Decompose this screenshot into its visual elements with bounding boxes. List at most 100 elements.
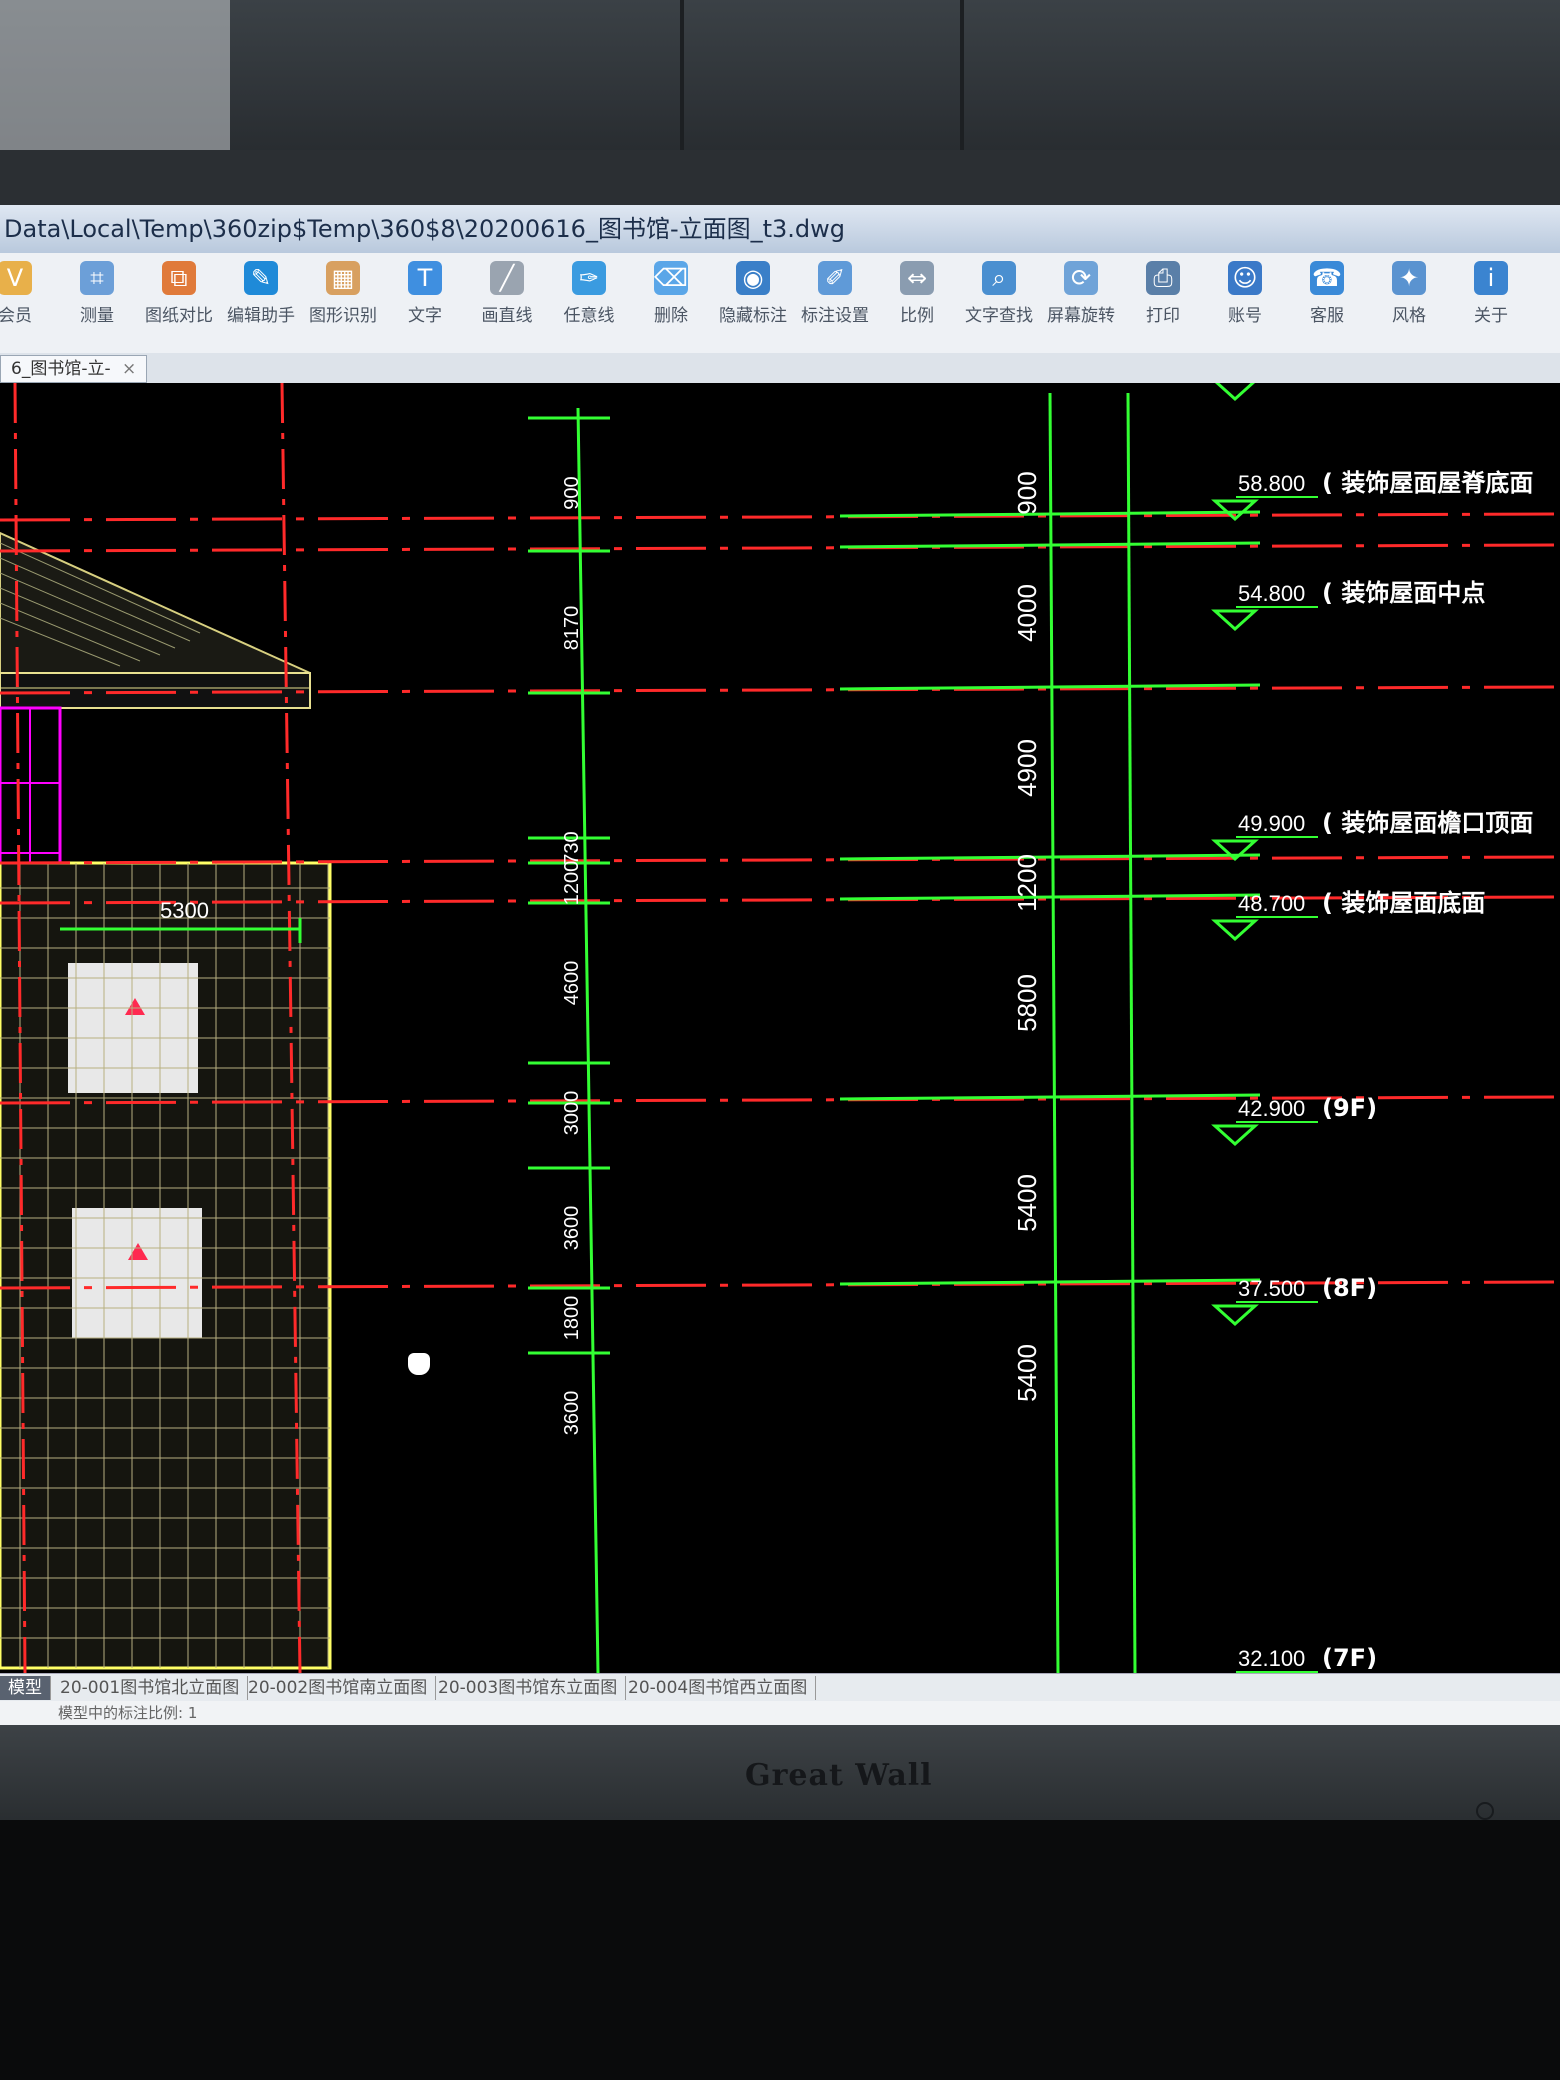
level-mark: 37.500 (8F) xyxy=(1211,1274,1377,1327)
document-tab-label: 6_图书馆-立- xyxy=(11,359,111,379)
toolbar-button-label: 屏幕旋转 xyxy=(1047,306,1115,326)
level-value: 48.700 xyxy=(1238,891,1305,916)
red-axis-line xyxy=(0,543,1560,553)
dimension-lines xyxy=(576,392,1137,1673)
small-dimension-label: 1200 xyxy=(561,861,583,906)
toolbar-button-10[interactable]: ◉ 隐藏标注 xyxy=(708,261,798,326)
layout-tab[interactable]: 20-004图书馆西立面图 xyxy=(620,1676,817,1700)
large-dimension-label: 5400 xyxy=(1012,1174,1042,1232)
power-button-icon[interactable] xyxy=(1476,1802,1494,1820)
level-note: ( 装饰屋面中点 xyxy=(1322,579,1485,607)
toolbar-button-13[interactable]: ⌕ 文字查找 xyxy=(954,261,1044,326)
vip-icon: V xyxy=(0,261,32,295)
level-value: 37.500 xyxy=(1238,1276,1305,1301)
wall-seam xyxy=(960,0,964,150)
red-axis-line xyxy=(0,855,1560,865)
monitor-bezel-top xyxy=(0,150,1560,210)
toolbar-button-8[interactable]: ✑ 任意线 xyxy=(544,261,634,326)
window-title: Data\Local\Temp\360zip$Temp\360$8\202006… xyxy=(0,205,1560,253)
edit-assistant-icon: ✎ xyxy=(244,261,278,295)
eraser-icon: ⌫ xyxy=(654,261,688,295)
text-icon: T xyxy=(408,261,442,295)
document-tab[interactable]: 6_图书馆-立- × xyxy=(0,355,148,383)
level-mark: 32.100 (7F) xyxy=(1236,1644,1377,1673)
toolbar-button-17[interactable]: ☎ 客服 xyxy=(1282,261,1372,326)
line-icon: ╱ xyxy=(490,261,524,295)
toolbar-button-2[interactable]: ⌗ 测量 xyxy=(52,261,142,326)
level-value: 32.100 xyxy=(1238,1646,1305,1671)
level-note: ( 装饰屋面檐口顶面 xyxy=(1322,809,1533,837)
toolbar-button-9[interactable]: ⌫ 删除 xyxy=(626,261,716,326)
small-dimension-label: 730 xyxy=(561,831,583,864)
small-dimension-label: 3000 xyxy=(561,1091,583,1136)
toolbar-button-19[interactable]: i 关于 xyxy=(1446,261,1536,326)
toolbar-button-5[interactable]: ▦ 图形识别 xyxy=(298,261,388,326)
cad-drawing-canvas[interactable]: 5300 900 8170 730 1200 4600 3000 3600 1800 3600 … xyxy=(0,383,1560,1673)
red-axis-line xyxy=(0,512,1560,522)
toolbar-button-label: 文字查找 xyxy=(965,306,1033,326)
level-mark: 48.700 ( 装饰屋面底面 xyxy=(1211,889,1485,942)
toolbar-button-label: 风格 xyxy=(1392,306,1426,326)
toolbar-button-18[interactable]: ✦ 风格 xyxy=(1364,261,1454,326)
toolbar-button-label: 比例 xyxy=(900,306,934,326)
toolbar-button-label: 关于 xyxy=(1474,306,1508,326)
annotation-settings-icon: ✐ xyxy=(818,261,852,295)
wall-seam xyxy=(680,0,684,150)
toolbar-button-14[interactable]: ⟳ 屏幕旋转 xyxy=(1036,261,1126,326)
large-dimension-label: 4900 xyxy=(1012,739,1042,797)
scale-icon: ⇔ xyxy=(900,261,934,295)
toolbar-button-label: 编辑助手 xyxy=(227,306,295,326)
toolbar-button-label: 账号 xyxy=(1228,306,1262,326)
hand-cursor-icon xyxy=(408,1353,430,1375)
level-value: 49.900 xyxy=(1238,811,1305,836)
toolbar-button-label: 任意线 xyxy=(563,306,615,326)
span-dimension-label: 5300 xyxy=(160,898,209,923)
toolbar-button-label: 测量 xyxy=(80,306,114,326)
elevation-level-marks: 59.700( 装饰屋面屋脊顶面 58.800 ( 装饰屋面屋脊底面 54.800 ( … xyxy=(1211,383,1533,1673)
toolbar-button-3[interactable]: ⧉ 图纸对比 xyxy=(134,261,224,326)
compare-icon: ⧉ xyxy=(162,261,196,295)
toolbar-button-label: 图形识别 xyxy=(309,306,377,326)
toolbar-button-label: 隐藏标注 xyxy=(719,306,787,326)
toolbar-button-4[interactable]: ✎ 编辑助手 xyxy=(216,261,306,326)
toolbar-button-label: 文字 xyxy=(408,306,442,326)
hide-annotation-icon: ◉ xyxy=(736,261,770,295)
layout-tab[interactable]: 模型 xyxy=(0,1676,51,1700)
desk-surface xyxy=(0,1820,1560,2080)
toolbar-button-label: 标注设置 xyxy=(801,306,869,326)
layout-tab[interactable]: 20-001图书馆北立面图 xyxy=(52,1676,249,1700)
level-note: (9F) xyxy=(1322,1094,1377,1122)
small-dimension-label: 1800 xyxy=(561,1296,583,1341)
level-mark: 54.800 ( 装饰屋面中点 xyxy=(1211,579,1485,632)
large-dimension-label: 900 xyxy=(1012,471,1042,514)
text-search-icon: ⌕ xyxy=(982,261,1016,295)
toolbar-button-11[interactable]: ✐ 标注设置 xyxy=(790,261,880,326)
layout-tab[interactable]: 20-003图书馆东立面图 xyxy=(430,1676,627,1700)
toolbar-button-12[interactable]: ⇔ 比例 xyxy=(872,261,962,326)
level-mark: 59.700( 装饰屋面屋脊顶面 xyxy=(1214,383,1256,402)
toolbar: V 会员 ⌗ 测量 ⧉ 图纸对比 ✎ 编辑助手 ▦ 图形识别 T 文字 ╱ 画直线 ✑ 任意线 ⌫ 删除 ◉ 隐藏标注… xyxy=(0,253,1560,354)
toolbar-button-7[interactable]: ╱ 画直线 xyxy=(462,261,552,326)
level-mark: 58.800 ( 装饰屋面屋脊底面 xyxy=(1211,469,1533,522)
rotate-screen-icon: ⟳ xyxy=(1064,261,1098,295)
toolbar-button-label: 画直线 xyxy=(481,306,533,326)
close-icon[interactable]: × xyxy=(122,359,136,379)
small-dimension-label: 3600 xyxy=(561,1391,583,1436)
toolbar-button-6[interactable]: T 文字 xyxy=(380,261,470,326)
level-note: ( 装饰屋面底面 xyxy=(1322,889,1485,917)
print-icon: ⎙ xyxy=(1146,261,1180,295)
toolbar-button-1[interactable]: V 会员 xyxy=(0,261,60,326)
large-dimension-label: 5800 xyxy=(1012,974,1042,1032)
level-value: 42.900 xyxy=(1238,1096,1305,1121)
info-icon: i xyxy=(1474,261,1508,295)
small-dimension-label: 8170 xyxy=(561,606,583,651)
toolbar-button-label: 会员 xyxy=(0,306,32,326)
toolbar-button-label: 客服 xyxy=(1310,306,1344,326)
toolbar-button-15[interactable]: ⎙ 打印 xyxy=(1118,261,1208,326)
layout-tabbar: 模型 20-001图书馆北立面图 20-002图书馆南立面图 20-003图书馆东立面… xyxy=(0,1673,1560,1702)
toolbar-button-16[interactable]: ☺ 账号 xyxy=(1200,261,1290,326)
level-mark: 42.900 (9F) xyxy=(1211,1094,1377,1147)
monitor-screen: Data\Local\Temp\360zip$Temp\360$8\202006… xyxy=(0,205,1560,1725)
small-dimension-label: 900 xyxy=(561,476,583,509)
layout-tab[interactable]: 20-002图书馆南立面图 xyxy=(240,1676,437,1700)
